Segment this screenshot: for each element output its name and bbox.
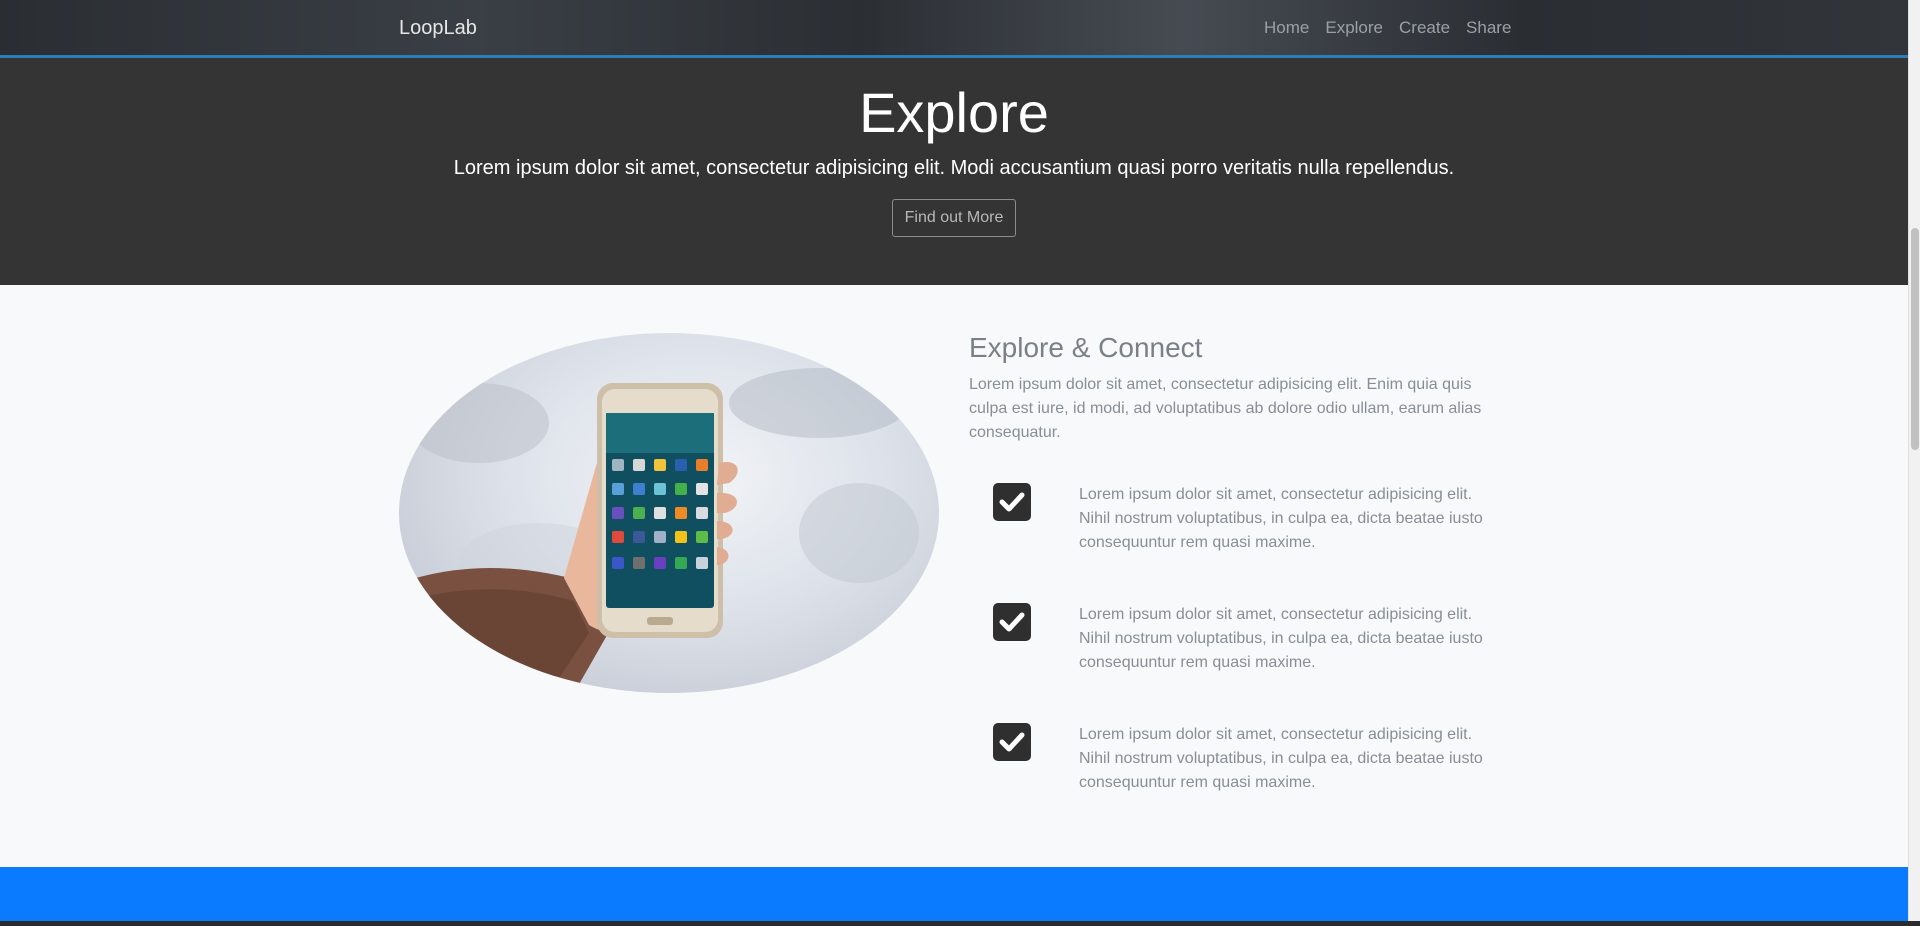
check-square-icon <box>993 483 1031 521</box>
feature-title: Explore & Connect <box>969 332 1203 363</box>
next-section-band <box>0 867 1908 921</box>
phone-in-hand-image <box>399 333 939 693</box>
scrollbar-thumb[interactable] <box>1911 228 1919 450</box>
feature-description: Lorem ipsum dolor sit amet, consectetur … <box>969 376 1482 441</box>
feature-item-text: Lorem ipsum dolor sit amet, consectetur … <box>1079 606 1483 671</box>
phone-in-hand-icon <box>399 368 919 693</box>
feature-item-text: Lorem ipsum dolor sit amet, consectetur … <box>1079 486 1483 551</box>
feature-list-item: Lorem ipsum dolor sit amet, consectetur … <box>993 483 1513 563</box>
brand-logo[interactable]: LoopLab <box>399 17 477 40</box>
find-out-more-button[interactable]: Find out More <box>892 199 1016 237</box>
nav-links: Home Explore Create Share <box>1264 18 1511 38</box>
hero-section: Explore Lorem ipsum dolor sit amet, cons… <box>0 58 1908 285</box>
feature-list-item: Lorem ipsum dolor sit amet, consectetur … <box>993 723 1513 803</box>
feature-list-item: Lorem ipsum dolor sit amet, consectetur … <box>993 603 1513 683</box>
nav-link-explore[interactable]: Explore <box>1325 18 1383 38</box>
window-bottom-strip <box>0 921 1920 926</box>
nav-link-home[interactable]: Home <box>1264 18 1309 38</box>
check-square-icon <box>993 603 1031 641</box>
hero-subtitle: Lorem ipsum dolor sit amet, consectetur … <box>453 157 1455 179</box>
feature-item-text: Lorem ipsum dolor sit amet, consectetur … <box>1079 726 1483 791</box>
navbar: LoopLab Home Explore Create Share <box>0 0 1908 58</box>
nav-link-create[interactable]: Create <box>1399 18 1450 38</box>
check-square-icon <box>993 723 1031 761</box>
hero-title: Explore <box>859 81 1049 144</box>
nav-link-share[interactable]: Share <box>1466 18 1511 38</box>
page-scrollbar[interactable] <box>1908 0 1920 921</box>
